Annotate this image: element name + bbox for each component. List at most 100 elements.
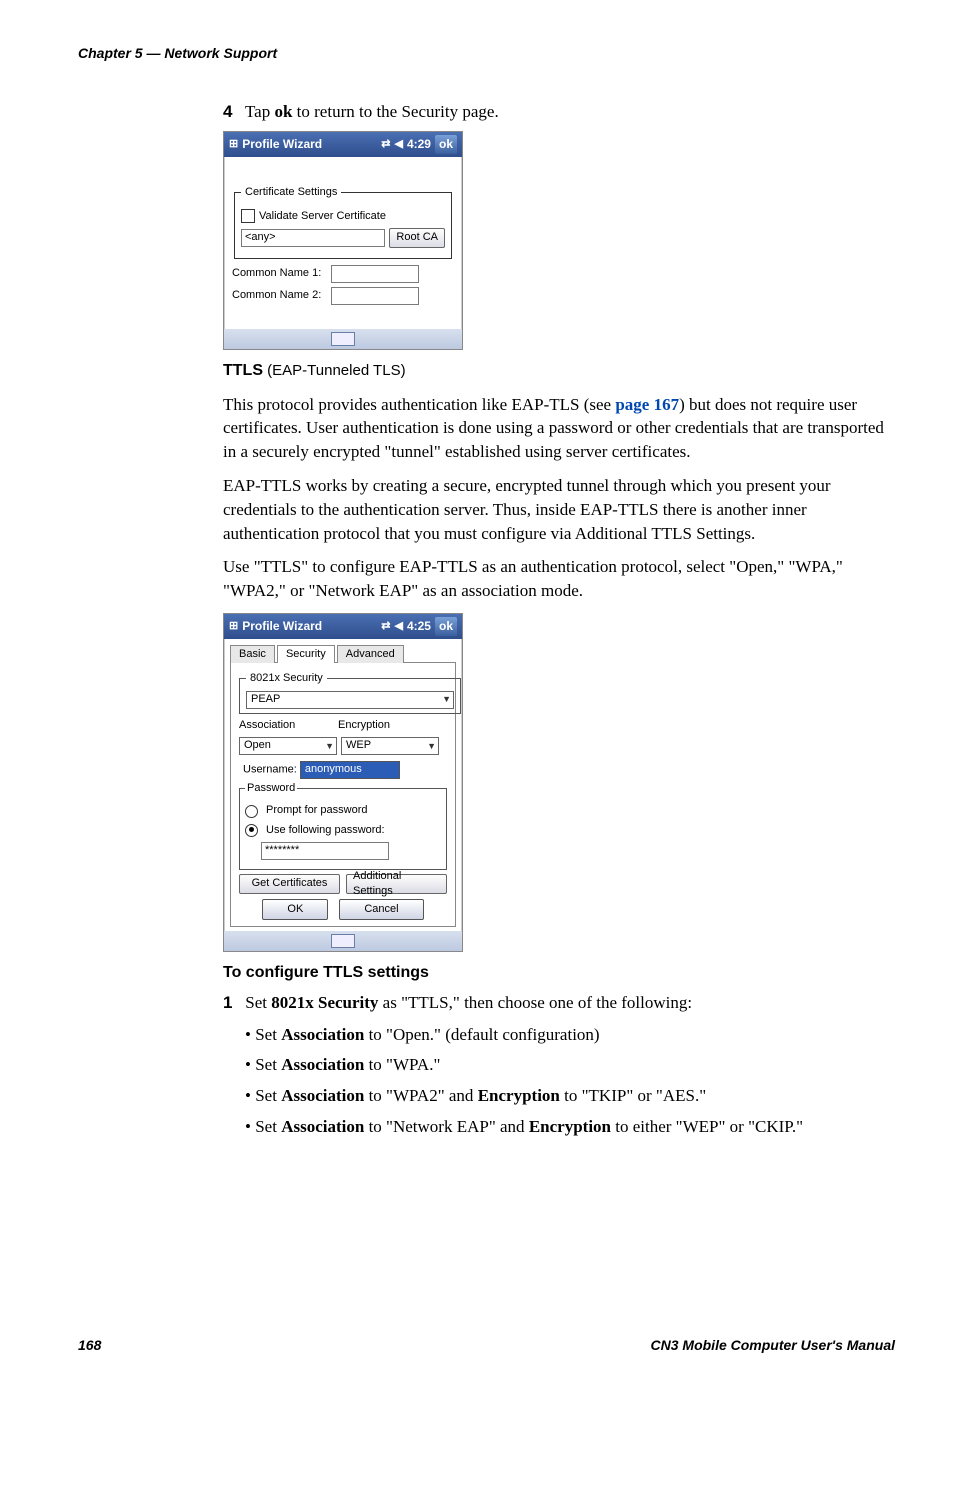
network-icon: ⇄ [381,137,390,152]
cancel-button[interactable]: Cancel [339,899,423,920]
screenshot-security-tab: ⊞ Profile Wizard ⇄ ◀ 4:25 ok Basic Secur… [223,613,463,953]
keyboard-icon[interactable] [331,934,355,948]
start-icon: ⊞ [229,137,238,152]
t: Set [255,1025,281,1044]
prompt-password-radio[interactable] [245,805,258,818]
tab-basic[interactable]: Basic [230,645,275,663]
tab-advanced[interactable]: Advanced [337,645,404,663]
step-number: 4 [223,100,241,124]
p1-before: This protocol provides authentication li… [223,395,615,414]
volume-icon: ◀ [394,619,402,634]
ttls-heading-rest: (EAP-Tunneled TLS) [263,362,406,379]
list-item: Set Association to "WPA2" and Encryption… [245,1084,885,1109]
chevron-down-icon: ▼ [442,693,451,706]
t: Encryption [529,1117,611,1136]
step-text-prefix: Tap [245,102,275,121]
8021x-legend: 8021x Security [246,671,327,686]
association-combo[interactable]: Open ▼ [239,737,337,755]
t: to "Network EAP" and [364,1117,529,1136]
t: to "Open." (default configuration) [364,1025,599,1044]
screenshot-certificate-settings: ⊞ Profile Wizard ⇄ ◀ 4:29 ok Certificate… [223,131,463,350]
encryption-label: Encryption [338,718,433,733]
step1-options-list: Set Association to "Open." (default conf… [245,1023,885,1140]
volume-icon: ◀ [394,137,402,152]
window-title: Profile Wizard [242,136,322,153]
validate-server-cert-label: Validate Server Certificate [259,209,386,224]
t: Set [255,1086,281,1105]
step-text-bold: ok [274,102,292,121]
use-password-radio[interactable] [245,824,258,837]
tab-security[interactable]: Security [277,645,335,663]
get-certificates-button[interactable]: Get Certificates [239,874,340,894]
ok-button[interactable]: ok [435,617,457,636]
root-ca-button[interactable]: Root CA [389,228,445,248]
device-bottom-bar [224,329,462,349]
step-text-suffix: to return to the Security page. [292,102,498,121]
association-value: Open [244,738,271,753]
t: Set [255,1117,281,1136]
chevron-down-icon: ▼ [427,740,436,753]
t: to "WPA2" and [364,1086,477,1105]
root-ca-value[interactable]: <any> [241,229,385,247]
ttls-heading: TTLS (EAP-Tunneled TLS) [223,360,885,382]
username-label: Username: [243,763,297,775]
step-4: 4 Tap ok to return to the Security page. [223,100,885,124]
prompt-password-label: Prompt for password [266,803,367,818]
step1-suffix: as "TTLS," then choose one of the follow… [378,993,692,1012]
validate-server-cert-checkbox[interactable] [241,209,255,223]
list-item: Set Association to "WPA." [245,1053,885,1078]
encryption-value: WEP [346,738,371,753]
username-input[interactable]: anonymous [300,761,400,779]
window-title: Profile Wizard [242,618,322,635]
t: to either "WEP" or "CKIP." [611,1117,803,1136]
network-icon: ⇄ [381,619,390,634]
ttls-paragraph-2: EAP-TTLS works by creating a secure, enc… [223,474,885,545]
t: Association [281,1086,364,1105]
list-item: Set Association to "Open." (default conf… [245,1023,885,1048]
step1-prefix: Set [245,993,271,1012]
device2-title-bar: ⊞ Profile Wizard ⇄ ◀ 4:25 ok [224,614,462,639]
t: to "WPA." [364,1055,440,1074]
password-input[interactable]: ******** [261,842,389,860]
8021x-security-value: PEAP [251,692,280,707]
ok-button[interactable]: OK [262,899,328,920]
ttls-paragraph-1: This protocol provides authentication li… [223,393,885,464]
t: Association [281,1117,364,1136]
step-number: 1 [223,991,241,1015]
common-name-2-input[interactable] [331,287,419,305]
step-1: 1 Set 8021x Security as "TTLS," then cho… [223,991,885,1015]
common-name-1-input[interactable] [331,265,419,283]
keyboard-icon[interactable] [331,332,355,346]
step1-bold: 8021x Security [271,993,378,1012]
chevron-down-icon: ▼ [325,740,334,753]
password-group: Password Prompt for password Use followi… [239,781,447,870]
manual-title: CN3 Mobile Computer User's Manual [651,1336,895,1356]
common-name-2-label: Common Name 2: [232,288,327,303]
8021x-security-combo[interactable]: PEAP ▼ [246,691,454,709]
ttls-paragraph-3: Use "TTLS" to configure EAP-TTLS as an a… [223,555,885,603]
device-bottom-bar [224,931,462,951]
configure-ttls-heading: To configure TTLS settings [223,962,885,984]
device-title-bar: ⊞ Profile Wizard ⇄ ◀ 4:29 ok [224,132,462,157]
page-number: 168 [78,1336,101,1356]
clock: 4:29 [407,136,431,153]
common-name-1-label: Common Name 1: [232,266,327,281]
t: Encryption [478,1086,560,1105]
association-label: Association [239,718,334,733]
8021x-security-group: 8021x Security PEAP ▼ [239,671,461,713]
certificate-settings-legend: Certificate Settings [241,185,341,200]
t: Association [281,1055,364,1074]
t: Set [255,1055,281,1074]
password-legend: Password [245,781,297,796]
ok-button[interactable]: ok [435,135,457,154]
start-icon: ⊞ [229,619,238,634]
list-item: Set Association to "Network EAP" and Enc… [245,1115,885,1140]
use-password-label: Use following password: [266,823,385,838]
t: Association [281,1025,364,1044]
ttls-heading-strong: TTLS [223,362,263,379]
page-link-167[interactable]: page 167 [615,395,679,414]
additional-settings-button[interactable]: Additional Settings [346,874,447,894]
running-header: Chapter 5 — Network Support [78,44,895,64]
t: to "TKIP" or "AES." [560,1086,706,1105]
encryption-combo[interactable]: WEP ▼ [341,737,439,755]
